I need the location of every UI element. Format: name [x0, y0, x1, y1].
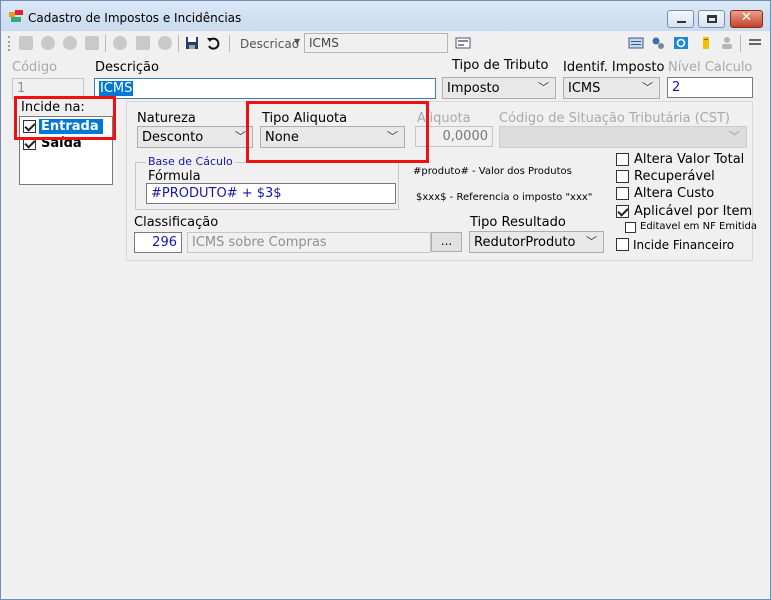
incide-financeiro-checkbox[interactable]: [616, 238, 629, 251]
nivel-calculo-field[interactable]: 2: [667, 77, 753, 98]
main-window: Cadastro de Impostos e Incidências ✕ Des…: [0, 0, 771, 600]
hint-referencia: $xxx$ - Referencia o imposto "xxx": [416, 192, 593, 203]
toolbar-separator: [178, 35, 179, 52]
search-input[interactable]: ICMS: [304, 33, 448, 53]
undo-icon[interactable]: [206, 36, 220, 50]
toolbar-separator: [740, 35, 741, 52]
descricao-label: Descrição: [95, 60, 159, 75]
editavel-nf-label[interactable]: Editavel em NF Emitida: [640, 221, 757, 232]
highlight-incide-entrada: [14, 96, 116, 140]
classificacao-code-field[interactable]: 296: [134, 232, 182, 253]
altera-valor-total-checkbox[interactable]: [616, 153, 629, 166]
base-calculo-label: Base de Cáculo: [146, 155, 235, 168]
classificacao-description-field: ICMS sobre Compras: [187, 232, 431, 253]
chevron-down-icon: ﹀: [586, 235, 597, 248]
toolbar-separator: [105, 35, 106, 52]
formula-field[interactable]: #PRODUTO# + $3$: [146, 183, 396, 204]
chevron-down-icon: ﹀: [538, 81, 549, 94]
chevron-down-icon: ﹀: [729, 130, 740, 143]
identif-imposto-value: ICMS: [568, 81, 601, 96]
tipo-tributo-combo[interactable]: Imposto ﹀: [442, 77, 556, 99]
recuperavel-label[interactable]: Recuperável: [634, 169, 715, 184]
descricao-selected-text: ICMS: [99, 81, 134, 96]
prev-icon[interactable]: [41, 36, 55, 50]
delete-icon[interactable]: [158, 36, 172, 50]
title-bar: Cadastro de Impostos e Incidências ✕: [1, 1, 770, 31]
tipo-tributo-label: Tipo de Tributo: [452, 58, 549, 73]
descricao-field[interactable]: ICMS: [94, 78, 436, 99]
hint-produto: #produto# - Valor dos Produtos: [413, 166, 572, 177]
classificacao-lookup-button[interactable]: ...: [431, 232, 462, 252]
close-button[interactable]: ✕: [730, 10, 763, 28]
tipo-tributo-value: Imposto: [447, 81, 500, 96]
editavel-nf-checkbox[interactable]: [625, 222, 636, 233]
aplicavel-por-item-checkbox[interactable]: [616, 205, 629, 218]
minimize-icon: [677, 21, 686, 23]
identif-imposto-label: Identif. Imposto: [563, 60, 665, 75]
user-icon[interactable]: [720, 36, 734, 50]
refresh-icon[interactable]: [673, 36, 689, 50]
next-icon[interactable]: [63, 36, 77, 50]
minimize-button[interactable]: [667, 10, 694, 28]
tipo-resultado-label: Tipo Resultado: [470, 215, 566, 230]
add-icon[interactable]: [113, 36, 127, 50]
chevron-down-icon[interactable]: ▼: [294, 37, 300, 46]
base-calculo-group: Base de Cáculo Fórmula #PRODUTO# + $3$: [135, 155, 399, 210]
altera-custo-checkbox[interactable]: [616, 187, 629, 200]
close-icon: ✕: [741, 10, 752, 25]
edit-icon[interactable]: [136, 36, 150, 50]
highlight-tipo-aliquota: [246, 101, 429, 163]
nivel-calculo-label: Nível Calculo: [668, 60, 753, 75]
altera-valor-total-label[interactable]: Altera Valor Total: [634, 152, 744, 167]
last-icon[interactable]: [85, 36, 99, 50]
window-title: Cadastro de Impostos e Incidências: [28, 11, 242, 25]
cst-label: Código de Situação Tributária (CST): [499, 111, 730, 126]
incide-financeiro-label[interactable]: Incide Financeiro: [633, 238, 734, 252]
recuperavel-checkbox[interactable]: [616, 170, 629, 183]
first-icon[interactable]: [19, 36, 33, 50]
chevron-down-icon: ﹀: [642, 81, 653, 94]
toolbar-grip[interactable]: [8, 36, 10, 51]
exit-icon[interactable]: [748, 36, 762, 50]
maximize-icon: [707, 15, 717, 23]
identif-imposto-combo[interactable]: ICMS ﹀: [563, 77, 660, 99]
save-icon[interactable]: [185, 36, 199, 50]
layout-icon[interactable]: [628, 36, 644, 50]
tipo-resultado-value: RedutorProduto: [474, 235, 576, 250]
search-field-label[interactable]: Descricao: [240, 37, 299, 51]
natureza-combo[interactable]: Desconto ﹀: [137, 126, 253, 148]
cst-combo: ﹀: [499, 126, 747, 148]
toolbar-separator: [229, 35, 230, 52]
altera-custo-label[interactable]: Altera Custo: [634, 186, 714, 201]
natureza-label: Natureza: [137, 111, 196, 126]
classificacao-label: Classificação: [134, 215, 219, 230]
tipo-resultado-combo[interactable]: RedutorProduto ﹀: [469, 231, 604, 253]
codigo-label: Código: [12, 60, 58, 75]
settings-icon[interactable]: [651, 36, 665, 50]
app-icon: [9, 10, 23, 22]
aplicavel-por-item-label[interactable]: Aplicável por Item: [634, 204, 752, 219]
chevron-down-icon: ﹀: [235, 130, 246, 143]
natureza-value: Desconto: [142, 130, 204, 145]
search-icon[interactable]: [455, 36, 471, 50]
report-icon[interactable]: [699, 36, 713, 50]
formula-label: Fórmula: [148, 169, 201, 184]
maximize-button[interactable]: [698, 10, 725, 28]
toolbar: Descricao ▼ ICMS: [5, 31, 769, 55]
